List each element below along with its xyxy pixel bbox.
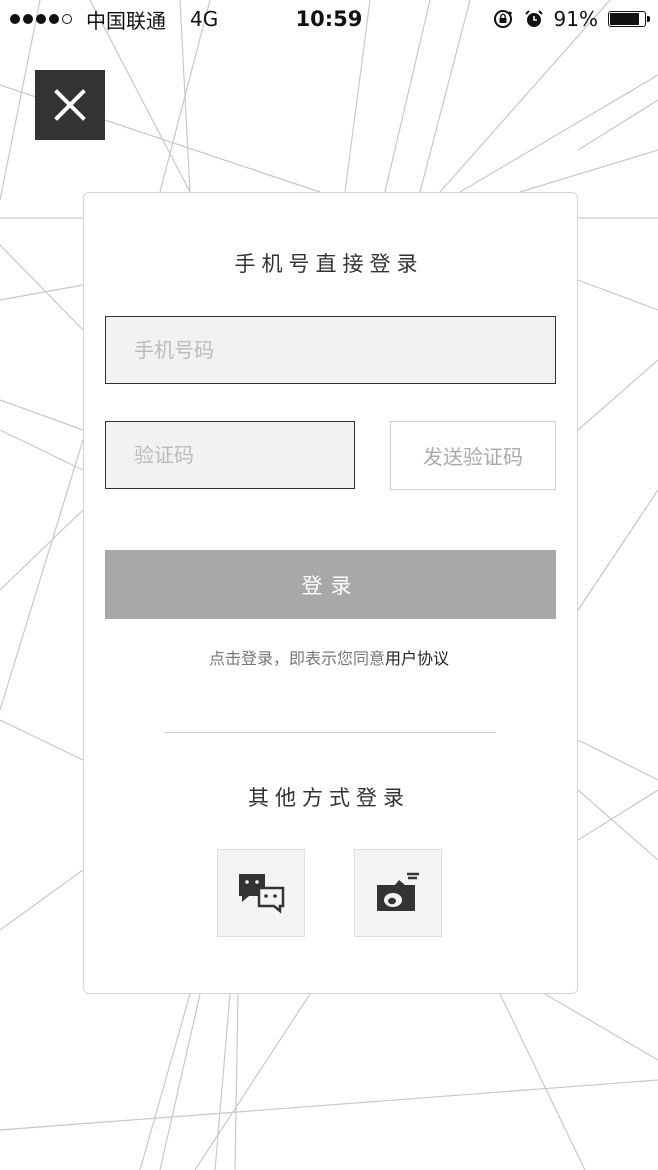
close-icon bbox=[54, 89, 86, 121]
weibo-login-button[interactable] bbox=[354, 849, 442, 937]
agreement-prefix: 点击登录，即表示您同意 bbox=[208, 649, 385, 668]
wechat-icon bbox=[239, 874, 285, 914]
battery-percent: 91% bbox=[553, 7, 598, 31]
wechat-login-button[interactable] bbox=[217, 849, 305, 937]
signal-strength-icon bbox=[10, 14, 72, 24]
signal-dot bbox=[49, 14, 59, 24]
weibo-icon bbox=[377, 872, 419, 911]
user-agreement-link[interactable]: 用户协议 bbox=[385, 649, 449, 668]
send-code-button[interactable]: 发送验证码 bbox=[390, 421, 556, 490]
divider bbox=[164, 732, 496, 733]
status-bar: 中国联通 4G 10:59 91% bbox=[0, 0, 658, 38]
signal-dot bbox=[36, 14, 46, 24]
signal-dot bbox=[10, 14, 20, 24]
battery-icon bbox=[608, 11, 650, 27]
carrier-name: 中国联通 bbox=[86, 8, 166, 33]
network-type: 4G bbox=[190, 7, 219, 31]
login-title: 手机号直接登录 bbox=[234, 252, 424, 276]
agreement-text: 点击登录，即表示您同意用户协议 bbox=[0, 645, 658, 669]
other-login-title: 其他方式登录 bbox=[248, 786, 410, 810]
status-left: 中国联通 4G bbox=[0, 5, 218, 34]
signal-dot bbox=[23, 14, 33, 24]
signal-dot bbox=[62, 14, 72, 24]
login-button[interactable]: 登录 bbox=[105, 550, 556, 619]
verification-code-input[interactable] bbox=[105, 421, 355, 489]
alarm-icon bbox=[524, 10, 543, 27]
battery-fill bbox=[610, 13, 640, 25]
close-button[interactable] bbox=[35, 70, 105, 140]
phone-number-input[interactable] bbox=[105, 316, 556, 384]
status-right: 91% bbox=[492, 7, 658, 31]
rotation-lock-icon bbox=[493, 10, 512, 28]
